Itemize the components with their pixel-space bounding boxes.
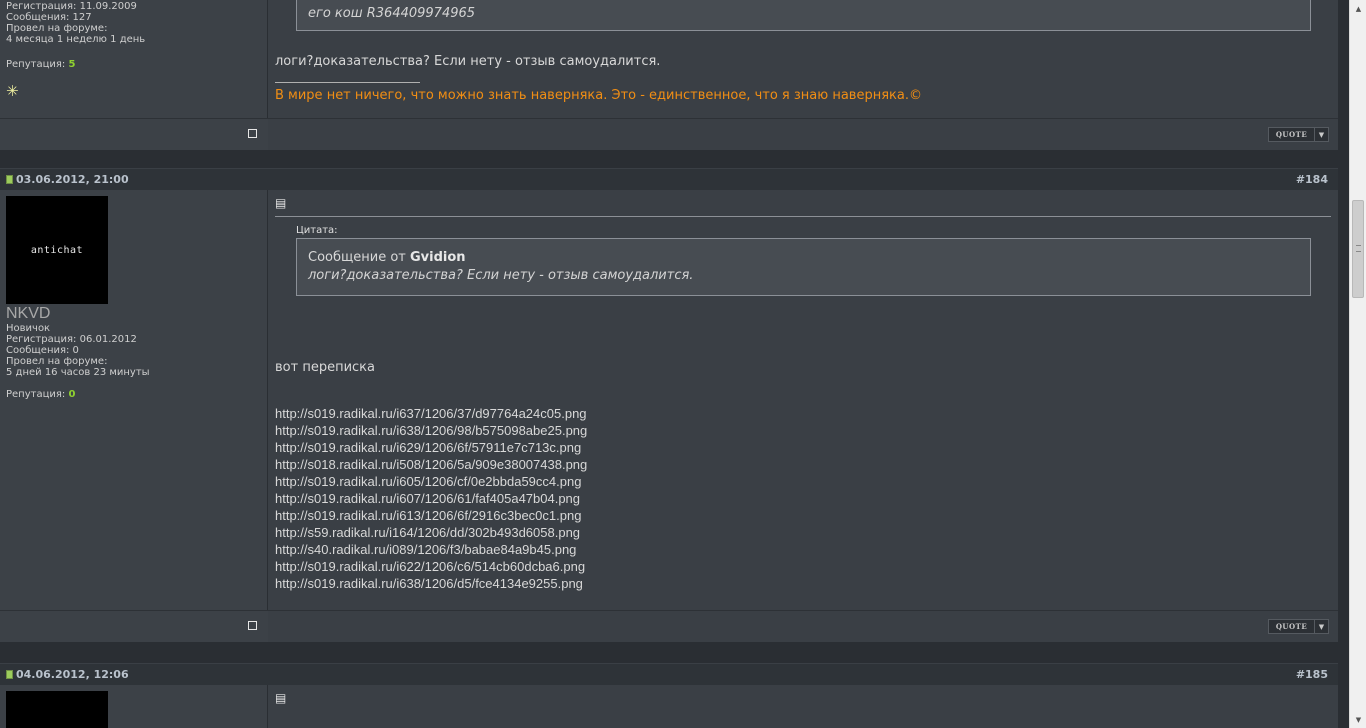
avatar[interactable] bbox=[6, 691, 108, 728]
quote-label: Цитата: bbox=[296, 225, 338, 236]
post-date: 03.06.2012, 21:00 bbox=[16, 173, 129, 186]
link-item[interactable]: http://s019.radikal.ru/i605/1206/cf/0e2b… bbox=[275, 473, 1331, 490]
reputation-label: Репутация: bbox=[6, 389, 69, 400]
post-header: 03.06.2012, 21:00 #184 bbox=[0, 168, 1338, 190]
user-time-label: Провел на форуме: bbox=[6, 356, 108, 367]
user-messages: Сообщения: 0 bbox=[6, 345, 79, 356]
link-item[interactable]: http://s019.radikal.ru/i638/1206/98/b575… bbox=[275, 422, 1331, 439]
link-item[interactable]: http://s019.radikal.ru/i622/1206/c6/514c… bbox=[275, 558, 1331, 575]
post-message: ▤ Цитата: Сообщение от Gvidion логи?дока… bbox=[268, 190, 1338, 610]
quote-button[interactable]: QUOTE ▼ bbox=[1268, 127, 1329, 142]
quote-from-prefix: Сообщение от bbox=[308, 250, 410, 265]
post-184: 03.06.2012, 21:00 #184 antichat NKVD Нов… bbox=[0, 168, 1338, 642]
user-reputation: Репутация: 5 bbox=[6, 59, 261, 70]
user-info-panel bbox=[0, 685, 268, 728]
square-icon[interactable] bbox=[248, 621, 257, 630]
post-message: ▤ bbox=[268, 685, 1338, 728]
quote-box: Сообщение от Gvidion логи?доказательства… bbox=[296, 238, 1311, 296]
post-header: 04.06.2012, 12:06 #185 bbox=[0, 663, 1338, 685]
user-messages: Сообщения: 127 bbox=[6, 12, 92, 23]
post-number[interactable]: #185 bbox=[1296, 668, 1328, 681]
quote-label: QUOTE bbox=[1275, 130, 1308, 139]
post-footer: QUOTE ▼ bbox=[0, 118, 1338, 150]
signature-divider bbox=[275, 82, 420, 83]
link-item[interactable]: http://s019.radikal.ru/i613/1206/6f/2916… bbox=[275, 507, 1331, 524]
square-icon[interactable] bbox=[248, 129, 257, 138]
link-item[interactable]: http://s019.radikal.ru/i637/1206/37/d977… bbox=[275, 405, 1331, 422]
scroll-down-icon[interactable]: ▼ bbox=[1350, 711, 1366, 728]
link-list: http://s019.radikal.ru/i637/1206/37/d977… bbox=[275, 405, 1331, 592]
document-icon: ▤ bbox=[275, 196, 287, 210]
post-status-icon bbox=[6, 670, 13, 679]
post-date: 04.06.2012, 12:06 bbox=[16, 668, 129, 681]
link-item[interactable]: http://s019.radikal.ru/i638/1206/d5/fce4… bbox=[275, 575, 1331, 592]
post-message: его кош R364409974965 логи?доказательств… bbox=[268, 0, 1338, 118]
reputation-value: 0 bbox=[68, 389, 76, 400]
user-registration: Регистрация: 06.01.2012 bbox=[6, 334, 137, 345]
quote-text: его кош R364409974965 bbox=[308, 6, 476, 21]
user-info-panel: antichat NKVD Новичок Регистрация: 06.01… bbox=[0, 190, 268, 610]
sparkle-icon: ✳ bbox=[6, 82, 19, 100]
message-text: логи?доказательства? Если нету - отзыв с… bbox=[275, 54, 661, 69]
post-185: 04.06.2012, 12:06 #185 ▤ bbox=[0, 663, 1338, 728]
link-item[interactable]: http://s018.radikal.ru/i508/1206/5a/909e… bbox=[275, 456, 1331, 473]
scroll-thumb[interactable] bbox=[1352, 200, 1364, 298]
post-number[interactable]: #184 bbox=[1296, 173, 1328, 186]
signature-text: В мире нет ничего, что можно знать навер… bbox=[275, 88, 922, 103]
quote-text: логи?доказательства? Если нету - отзыв с… bbox=[308, 268, 694, 283]
quote-box: его кош R364409974965 bbox=[296, 0, 1311, 31]
message-text: вот переписка bbox=[275, 360, 375, 375]
divider bbox=[275, 216, 1331, 217]
quote-label: QUOTE bbox=[1275, 622, 1308, 631]
vertical-scrollbar[interactable]: ▲ ▼ bbox=[1349, 0, 1366, 728]
chevron-down-icon[interactable]: ▼ bbox=[1314, 128, 1328, 141]
link-item[interactable]: http://s019.radikal.ru/i629/1206/6f/5791… bbox=[275, 439, 1331, 456]
user-rank: Новичок bbox=[6, 323, 51, 334]
quote-author[interactable]: Gvidion bbox=[410, 250, 466, 265]
post-footer: QUOTE ▼ bbox=[0, 610, 1338, 642]
user-time-value: 4 месяца 1 неделю 1 день bbox=[6, 34, 146, 45]
user-reputation: Репутация: 0 bbox=[6, 389, 261, 400]
reputation-value: 5 bbox=[68, 59, 76, 70]
reputation-label: Репутация: bbox=[6, 59, 69, 70]
forum-thread: Регистрация: 11.09.2009 Сообщения: 127 П… bbox=[0, 0, 1349, 728]
user-registration: Регистрация: 11.09.2009 bbox=[6, 1, 137, 12]
avatar[interactable]: antichat bbox=[6, 196, 108, 304]
link-item[interactable]: http://s59.radikal.ru/i164/1206/dd/302b4… bbox=[275, 524, 1331, 541]
document-icon: ▤ bbox=[275, 691, 287, 705]
link-item[interactable]: http://s019.radikal.ru/i607/1206/61/faf4… bbox=[275, 490, 1331, 507]
post-status-icon bbox=[6, 175, 13, 184]
quote-button[interactable]: QUOTE ▼ bbox=[1268, 619, 1329, 634]
user-time-value: 5 дней 16 часов 23 минуты bbox=[6, 367, 150, 378]
user-time-label: Провел на форуме: bbox=[6, 23, 108, 34]
user-info-panel: Регистрация: 11.09.2009 Сообщения: 127 П… bbox=[0, 0, 268, 118]
username[interactable]: NKVD bbox=[6, 305, 261, 323]
chevron-down-icon[interactable]: ▼ bbox=[1314, 620, 1328, 633]
post-prev: Регистрация: 11.09.2009 Сообщения: 127 П… bbox=[0, 0, 1338, 150]
link-item[interactable]: http://s40.radikal.ru/i089/1206/f3/babae… bbox=[275, 541, 1331, 558]
scroll-up-icon[interactable]: ▲ bbox=[1350, 0, 1366, 17]
